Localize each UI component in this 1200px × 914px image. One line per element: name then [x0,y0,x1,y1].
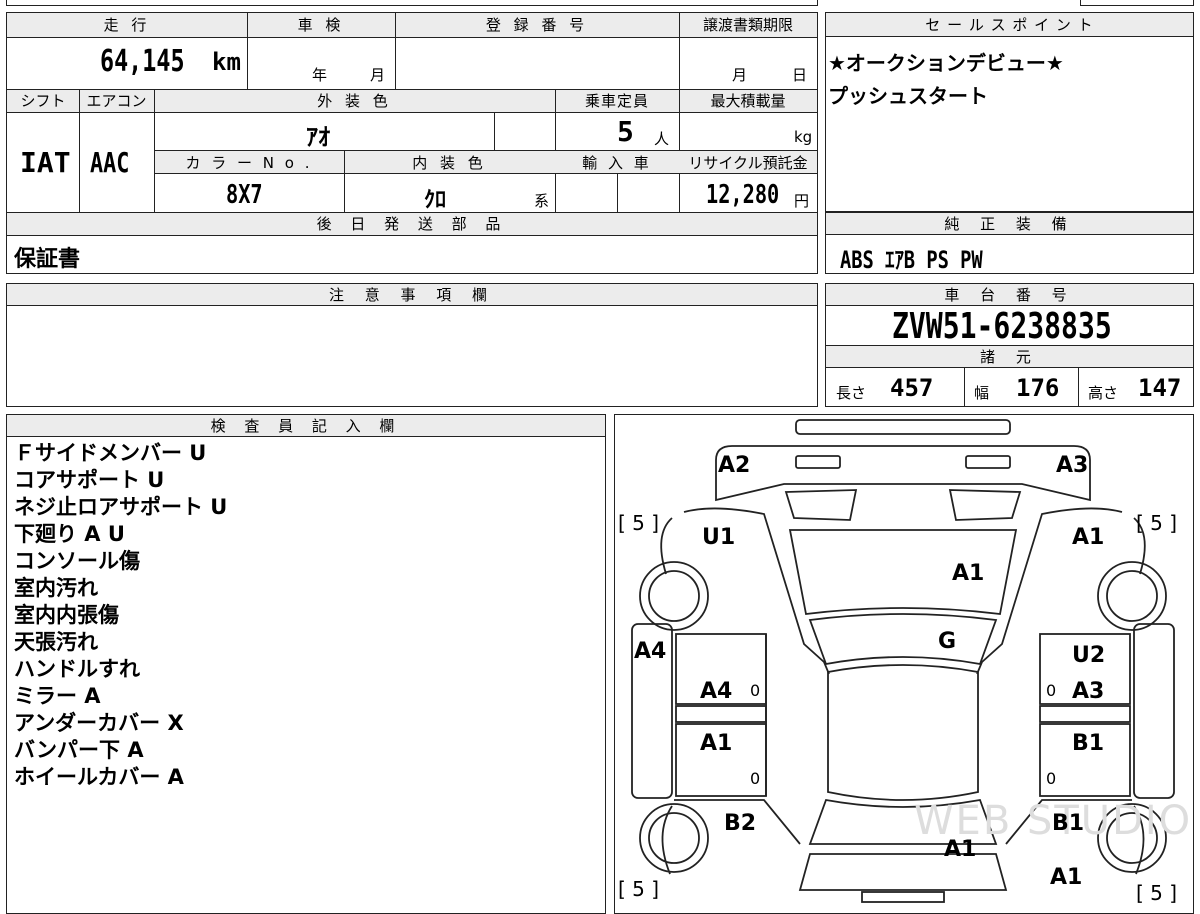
inspector-note: バンパー下 A [14,738,144,762]
color-no-label: カ ラ ー N o . [185,154,313,172]
inspector-note: 下廻り A U [14,522,125,546]
door-mark-rr: 0 [1046,769,1056,788]
inspector-note: Ｆサイドメンバー U [14,441,207,465]
aircon-label: エアコン [86,92,147,110]
mileage-label: 走 行 [103,16,151,34]
windshield-label: G [938,629,956,654]
inspector-note: ミラー A [14,684,101,708]
capacity-value: 5 [617,115,634,148]
width-value: 176 [1016,374,1060,402]
deadline-day: 日 [792,66,808,84]
notes-label: 注 意 事 項 欄 [328,286,496,304]
hood-label: A1 [952,561,984,586]
later-parts-value: 保証書 [14,247,81,272]
car-diagram-box: WEB STUDIO [ 5 ] [ 5 ] [ 5 ] [ 5 ] A2 A3… [614,414,1194,914]
interior-color-label: 内 装 色 [412,154,487,172]
top-strip-right [1080,0,1194,6]
shift-label: シフト [20,92,66,110]
interior-suffix: 系 [534,192,550,210]
sales-point-2: プッシュスタート [828,84,988,108]
front-right-corner-label: A3 [1056,453,1088,478]
rear-left-door-label: A1 [700,731,732,756]
shaken-label: 車 検 [297,16,345,34]
inspector-note: ホイールカバー A [14,765,184,789]
tire-rr-label: [ 5 ] [1136,881,1177,905]
inspector-note: コアサポート U [14,468,165,492]
mileage-value: 64,145 [100,44,185,79]
rear-right-door-label: B1 [1072,731,1104,756]
left-rocker-label: A4 [634,639,666,664]
interior-color-value: ｸﾛ [424,188,447,213]
front-right-fender-label: A1 [1072,525,1104,550]
transfer-deadline-label: 譲渡書類期限 [702,16,793,34]
height-value: 147 [1138,374,1182,402]
registration-label: 登 録 番 号 [485,16,589,34]
car-diagram: WEB STUDIO [ 5 ] [ 5 ] [ 5 ] [ 5 ] A2 A3… [618,418,1190,905]
max-load-unit: kg [794,128,813,146]
length-label: 長さ [836,384,867,402]
tire-fl-label: [ 5 ] [618,511,659,535]
recycle-fee-unit: 円 [794,192,810,210]
inspector-note: ハンドルすれ [14,657,140,681]
exterior-color-value: ｱｵ [306,123,330,151]
inspector-note: 室内汚れ [14,576,98,600]
sales-points-label: セ ー ル ス ポ イ ン ト [925,16,1094,34]
inspector-note: 天張汚れ [14,630,98,654]
sales-point-box [825,12,1194,212]
deadline-month: 月 [732,66,748,84]
oem-equipment-value: ABS ｴｱB PS PW [840,246,983,274]
chassis-no-value: ZVW51-6238835 [892,306,1112,347]
front-right-door-label: A3 [1072,679,1104,704]
rear-right-corner-label: A1 [1050,865,1082,890]
front-left-corner-label: A2 [718,453,750,478]
trunk-label: A1 [944,837,976,862]
rear-right-quarter-label: B1 [1052,811,1084,836]
door-mark-rl: 0 [750,769,760,788]
capacity-label: 乗車定員 [584,92,649,110]
front-right-door-top-label: U2 [1072,643,1105,668]
shaken-year: 年 [312,66,328,84]
specs-label: 諸 元 [980,348,1039,366]
chassis-no-label: 車 台 番 号 [944,286,1075,304]
width-label: 幅 [974,384,990,402]
door-mark-fr: 0 [1046,681,1056,700]
capacity-unit: 人 [654,130,670,148]
exterior-color-label: 外 装 色 [317,92,392,110]
shaken-month: 月 [370,66,386,84]
sales-point-1: ★オークションデビュー★ [828,51,1064,75]
oem-equipment-label: 純 正 装 備 [944,215,1075,233]
door-mark-fl: 0 [750,681,760,700]
inspector-note: 室内内張傷 [14,603,119,627]
aircon-value: AAC [90,146,130,179]
max-load-label: 最大積載量 [710,92,786,110]
top-strip [6,0,818,6]
inspector-notes-list: Ｆサイドメンバー U コアサポート U ネジ止ロアサポート U 下廻り A U … [14,440,227,791]
import-label: 輸 入 車 [582,154,652,172]
front-left-door-label: A4 [700,679,732,704]
inspector-note: ネジ止ロアサポート U [14,495,228,519]
tire-fr-label: [ 5 ] [1136,511,1177,535]
recycle-fee-label: リサイクル預託金 [688,154,808,172]
later-parts-label: 後 日 発 送 部 品 [316,215,508,233]
height-label: 高さ [1088,384,1119,402]
mileage-unit: km [212,48,241,76]
inspector-note: アンダーカバー X [14,711,184,735]
length-value: 457 [890,374,934,402]
color-no-value: 8X7 [226,180,263,210]
tire-rl-label: [ 5 ] [618,877,659,901]
inspector-label: 検 査 員 記 入 欄 [210,417,402,435]
recycle-fee-value: 12,280 [706,180,780,210]
shift-value: IAT [20,146,71,179]
front-left-fender-label: U1 [702,525,735,550]
rear-left-quarter-label: B2 [724,811,756,836]
inspector-note: コンソール傷 [14,549,140,573]
